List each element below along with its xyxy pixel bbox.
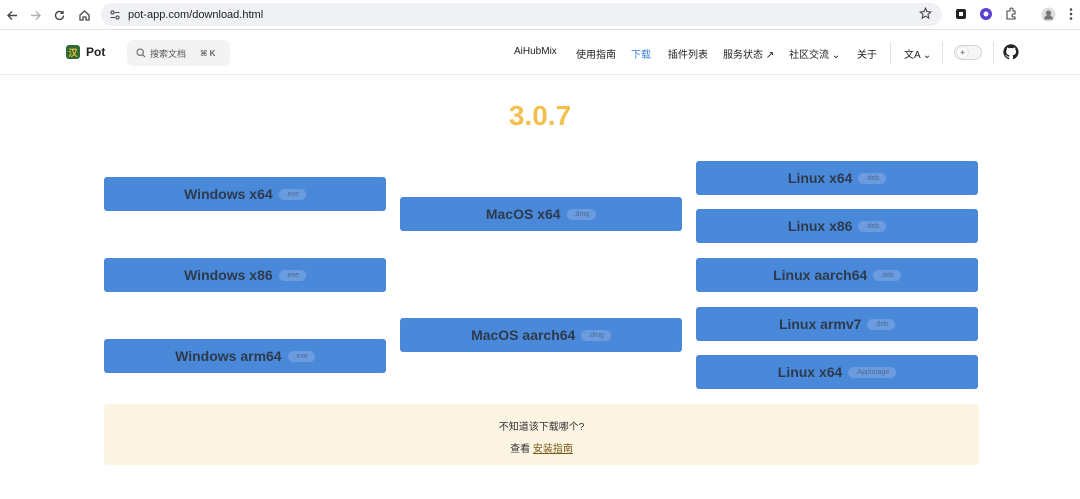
download-ext-badge: .deb bbox=[873, 269, 901, 281]
download-ext-badge: .deb bbox=[858, 172, 887, 184]
download-ext-badge: .dmg bbox=[566, 208, 597, 220]
nav-divider bbox=[890, 42, 891, 64]
nav-plugins[interactable]: 插件列表 bbox=[668, 46, 708, 61]
language-switcher[interactable]: 文A ⌄ bbox=[904, 46, 931, 61]
download-help-box: 不知道该下载哪个? 查看 安装指南 bbox=[104, 404, 979, 465]
brand-name[interactable]: Pot bbox=[86, 45, 105, 59]
download-ext-badge: .exe bbox=[278, 188, 306, 200]
search-icon bbox=[136, 48, 146, 58]
pot-logo-icon[interactable]: 汉 bbox=[66, 45, 80, 59]
nav-divider bbox=[993, 42, 994, 64]
home-icon[interactable] bbox=[75, 6, 93, 24]
download-name: MacOS aarch64 bbox=[471, 327, 576, 343]
github-icon[interactable] bbox=[1003, 44, 1019, 65]
download-macos-x64-button[interactable]: MacOS x64 .dmg bbox=[400, 197, 682, 231]
download-name: Linux aarch64 bbox=[773, 267, 868, 283]
extension-puzzle-dark-icon[interactable] bbox=[953, 6, 969, 22]
download-name: Linux x64 bbox=[787, 170, 853, 186]
nav-aihubmix[interactable]: AiHubMix bbox=[514, 46, 557, 57]
download-name: MacOS x64 bbox=[485, 206, 561, 222]
back-icon[interactable] bbox=[3, 6, 21, 24]
search-shortcut: ⌘ K bbox=[200, 48, 216, 58]
theme-toggle[interactable]: ☀ bbox=[954, 45, 982, 60]
help-prefix: 查看 bbox=[510, 444, 533, 455]
help-question: 不知道该下载哪个? bbox=[498, 422, 585, 433]
download-name: Windows x64 bbox=[184, 186, 273, 202]
forward-icon[interactable] bbox=[26, 6, 44, 24]
download-ext-badge: .AppImage bbox=[848, 366, 897, 378]
address-bar[interactable]: pot-app.com/download.html bbox=[101, 3, 942, 26]
download-linux-armv7-deb-button[interactable]: Linux armv7 .deb bbox=[696, 307, 978, 341]
reload-icon[interactable] bbox=[50, 6, 68, 24]
download-name: Linux armv7 bbox=[778, 316, 862, 332]
download-linux-x86-deb-button[interactable]: Linux x86 .deb bbox=[696, 209, 978, 243]
download-windows-x64-button[interactable]: Windows x64 .exe bbox=[104, 177, 386, 211]
download-name: Linux x64 bbox=[777, 364, 843, 380]
download-ext-badge: .dmg bbox=[581, 329, 611, 341]
download-windows-x86-button[interactable]: Windows x86 .exe bbox=[104, 258, 386, 292]
nav-download[interactable]: 下载 bbox=[631, 46, 651, 61]
sun-icon: ☀ bbox=[957, 47, 968, 58]
bookmark-star-icon[interactable] bbox=[918, 6, 933, 25]
search-button[interactable]: 搜索文档 ⌘ K bbox=[127, 40, 230, 66]
profile-avatar[interactable] bbox=[1040, 6, 1056, 22]
download-linux-aarch64-deb-button[interactable]: Linux aarch64 .deb bbox=[696, 258, 978, 292]
download-name: Linux x86 bbox=[787, 218, 853, 234]
download-windows-arm64-button[interactable]: Windows arm64 .exe bbox=[104, 339, 386, 373]
download-ext-badge: .exe bbox=[278, 269, 306, 281]
site-info-icon[interactable] bbox=[108, 8, 122, 22]
extension-circle-icon[interactable] bbox=[978, 6, 994, 22]
download-ext-badge: .exe bbox=[287, 350, 315, 362]
download-macos-aarch64-button[interactable]: MacOS aarch64 .dmg bbox=[400, 318, 682, 352]
nav-divider bbox=[942, 42, 943, 64]
browser-toolbar: pot-app.com/download.html bbox=[0, 0, 1080, 30]
download-linux-x64-deb-button[interactable]: Linux x64 .deb bbox=[696, 161, 978, 195]
version-heading: 3.0.7 bbox=[508, 100, 572, 131]
url-text[interactable]: pot-app.com/download.html bbox=[128, 9, 263, 21]
nav-service-status[interactable]: 服务状态 ↗ bbox=[723, 46, 774, 61]
nav-community[interactable]: 社区交流 ⌄ bbox=[789, 46, 840, 61]
extensions-icon[interactable] bbox=[1003, 6, 1019, 22]
browser-menu-icon[interactable] bbox=[1063, 6, 1079, 22]
download-name: Windows x86 bbox=[184, 267, 273, 283]
download-name: Windows arm64 bbox=[175, 348, 282, 364]
nav-guide[interactable]: 使用指南 bbox=[576, 46, 616, 61]
download-ext-badge: .deb bbox=[867, 318, 896, 330]
help-answer: 查看 安装指南 bbox=[104, 440, 979, 455]
nav-about[interactable]: 关于 bbox=[857, 46, 877, 61]
install-guide-link[interactable]: 安装指南 bbox=[533, 444, 573, 455]
download-linux-x64-appimage-button[interactable]: Linux x64 .AppImage bbox=[696, 355, 978, 389]
search-label: 搜索文档 bbox=[150, 48, 187, 59]
download-ext-badge: .deb bbox=[858, 220, 887, 232]
site-header: 汉 Pot 搜索文档 ⌘ K AiHubMix 使用指南 下载 插件列表 服务状… bbox=[0, 31, 1080, 75]
